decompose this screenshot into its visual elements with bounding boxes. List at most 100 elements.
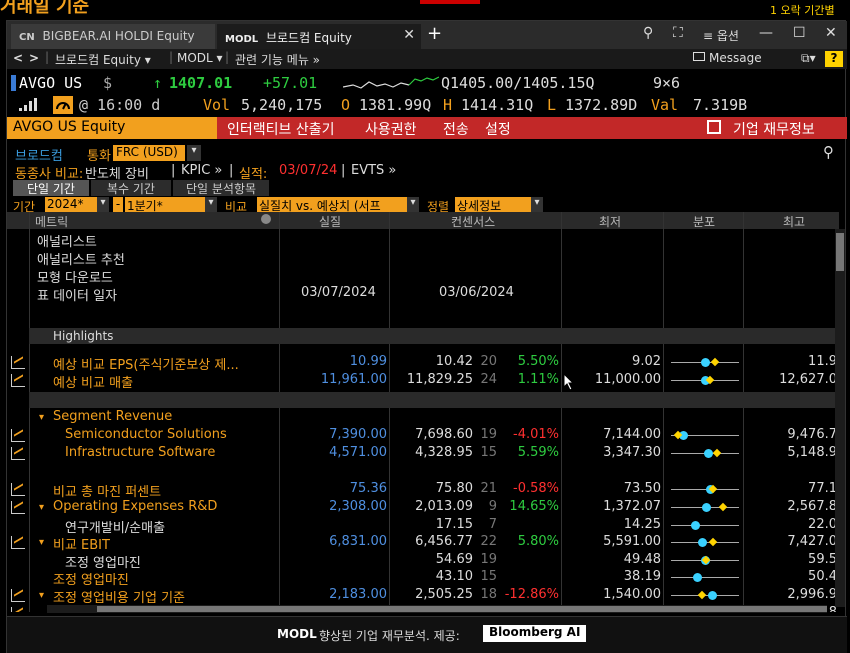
menu-send[interactable]: 전송 xyxy=(443,117,469,139)
bloomberg-ai-badge[interactable]: Bloomberg AI xyxy=(483,625,587,642)
search-icon[interactable]: ⚲ xyxy=(643,25,653,41)
year-dropdown-icon[interactable]: ▾ xyxy=(97,197,109,212)
info-row[interactable]: 애널리스트 xyxy=(7,231,839,250)
column-high[interactable]: 최고 xyxy=(783,213,805,230)
row-high: 2,996.9 xyxy=(787,587,837,602)
evts-link[interactable]: EVTS » xyxy=(351,163,396,178)
table-row[interactable]: ▾ 조정 영업비용 기업 기준 2,183.00 2,505.25 18 -12.86% 1… xyxy=(7,587,839,605)
vertical-scrollbar[interactable] xyxy=(835,229,845,607)
row-consensus: 10.42 xyxy=(435,354,473,369)
table-row[interactable]: 예상 비교 EPS(주식기준보상 제... 10.99 10.42 20 5.50% 9.… xyxy=(7,354,839,372)
message-button[interactable]: Message xyxy=(709,51,762,65)
ticker-symbol[interactable]: AVGO US xyxy=(19,74,82,92)
table-row[interactable]: Infrastructure Software 4,571.00 4,328.95 1… xyxy=(7,445,839,463)
row-high: 9,476.7 xyxy=(787,427,837,442)
row-high: 11.9 xyxy=(808,354,837,369)
tab-single-analysis[interactable]: 단일 분석항목 xyxy=(173,180,269,196)
bid-ask: Q1405.00/1405.15Q xyxy=(441,74,595,92)
row-estimate-count: 9 xyxy=(488,499,497,514)
help-button[interactable]: ? xyxy=(825,51,843,67)
chart-icon[interactable] xyxy=(11,356,25,369)
table-row[interactable]: ▾ 비교 EBIT 6,831.00 6,456.77 22 5.80% 5,591.00 7… xyxy=(7,534,839,552)
chart-icon[interactable] xyxy=(11,536,25,549)
horizontal-scroll-thumb[interactable] xyxy=(97,606,827,612)
row-estimate-count: 24 xyxy=(480,372,497,387)
menu-settings[interactable]: 설정 xyxy=(485,117,511,139)
column-low[interactable]: 최저 xyxy=(599,213,621,230)
lightbulb-icon[interactable] xyxy=(261,214,271,224)
security-dropdown[interactable]: 브로드컴 Equity ▾ xyxy=(55,51,151,68)
chart-icon[interactable] xyxy=(11,483,25,496)
compare-dropdown-icon[interactable]: ▾ xyxy=(407,197,419,212)
new-tab-icon[interactable]: + xyxy=(427,23,442,44)
row-surprise: 14.65% xyxy=(509,499,559,514)
forward-icon[interactable]: > xyxy=(29,51,39,65)
currency-select[interactable]: FRC (USD) xyxy=(113,145,185,161)
row-high: 12,627.0 xyxy=(779,372,837,387)
column-metric[interactable]: 메트릭 xyxy=(35,213,68,230)
info-row[interactable]: 애널리스트 추천 xyxy=(7,249,839,268)
row-high: 77.1 xyxy=(808,481,837,496)
table-row[interactable]: Semiconductor Solutions 7,390.00 7,698.60 1… xyxy=(7,427,839,445)
chart-icon[interactable] xyxy=(11,607,25,612)
nav-divider: | xyxy=(45,50,50,64)
row-high: 5,148.9 xyxy=(787,445,837,460)
separator: | xyxy=(171,163,176,178)
chart-icon[interactable] xyxy=(11,501,25,514)
column-distribution[interactable]: 분포 xyxy=(693,213,715,230)
row-consensus: 6,456.77 xyxy=(415,534,473,549)
row-estimate-count: 21 xyxy=(480,481,497,496)
segment-header[interactable]: ▾ Segment Revenue xyxy=(7,409,839,427)
expand-icon[interactable]: ⛶ xyxy=(673,25,683,41)
sort-dropdown-icon[interactable]: ▾ xyxy=(531,197,543,212)
chart-icon[interactable] xyxy=(11,429,25,442)
info-row[interactable]: 모형 다운로드 xyxy=(7,267,839,286)
related-menu-link[interactable]: 관련 기능 메뉴 » xyxy=(235,51,320,68)
table-row[interactable]: 비교 총 마진 퍼센트 75.36 75.80 21 -0.58% 73.50 77.1 xyxy=(7,481,839,499)
security-label[interactable]: AVGO US Equity xyxy=(7,117,217,139)
chart-icon[interactable] xyxy=(11,447,25,460)
tab-bigbear[interactable]: CN BIGBEAR.AI HOLDI Equity xyxy=(11,24,215,49)
period-year-select[interactable]: 2024* xyxy=(45,197,97,212)
close-tab-icon[interactable]: ✕ xyxy=(403,27,415,43)
function-dropdown[interactable]: MODL ▾ xyxy=(177,51,223,65)
row-low: 49.48 xyxy=(623,552,661,567)
distribution-dot xyxy=(707,591,717,600)
options-button[interactable]: ≡ 옵션 xyxy=(703,27,739,44)
period-quarter-select[interactable]: 1분기* xyxy=(125,197,205,213)
table-row[interactable]: 조정 영업마진 54.69 19 49.48 59.5 xyxy=(7,552,839,570)
sort-select[interactable]: 상세정보 xyxy=(455,197,531,213)
tab-multi-period[interactable]: 복수 기간 xyxy=(91,180,171,196)
tab-single-period[interactable]: 단일 기간 xyxy=(13,180,89,196)
table-row[interactable]: 연구개발비/순매출 17.15 7 14.25 22.0 xyxy=(7,517,839,535)
minimize-icon[interactable]: — xyxy=(759,25,773,41)
table-row[interactable]: 예상 비교 매출 11,961.00 11,829.25 24 1.11% 11,000.… xyxy=(7,372,839,390)
kpic-link[interactable]: KPIC » xyxy=(181,163,222,178)
close-window-icon[interactable]: ✕ xyxy=(825,25,837,41)
menu-interactive-calculator[interactable]: 인터랙티브 산출기 xyxy=(227,117,335,139)
back-icon[interactable]: < xyxy=(13,51,23,65)
table-row[interactable]: ▾ Operating Expenses R&D 2,308.00 2,013.09 9… xyxy=(7,499,839,517)
compare-select[interactable]: 실질치 vs. 예상치 (서프 xyxy=(257,197,407,212)
background-red-mark xyxy=(420,0,480,4)
column-consensus[interactable]: 컨센서스 xyxy=(451,213,495,230)
chart-icon[interactable] xyxy=(11,589,25,602)
mouse-cursor-icon xyxy=(563,373,575,391)
column-actual[interactable]: 실질 xyxy=(319,213,341,230)
gauge-icon[interactable] xyxy=(53,96,73,114)
quarter-dropdown-icon[interactable]: ▾ xyxy=(205,197,217,212)
table-row[interactable]: 조정 영업마진 43.10 15 38.19 50.4 xyxy=(7,569,839,587)
chart-icon[interactable] xyxy=(11,374,25,387)
zoom-icon[interactable]: ⚲ xyxy=(823,143,834,161)
external-link-icon[interactable] xyxy=(707,120,721,134)
vertical-scroll-thumb[interactable] xyxy=(836,233,844,271)
row-low: 38.19 xyxy=(623,569,661,584)
distribution-dot xyxy=(690,521,700,530)
menu-permissions[interactable]: 사용권한 xyxy=(365,117,417,139)
window-menu-icon[interactable]: ⧉▾ xyxy=(801,51,816,66)
company-financials-link[interactable]: 기업 재무정보 xyxy=(733,117,815,139)
maximize-icon[interactable]: ☐ xyxy=(793,25,806,41)
tab-modl[interactable]: MODL 브로드컴 Equity ✕ xyxy=(217,24,421,49)
currency-dropdown-icon[interactable]: ▾ xyxy=(187,145,201,161)
distribution-diamond xyxy=(697,590,706,600)
